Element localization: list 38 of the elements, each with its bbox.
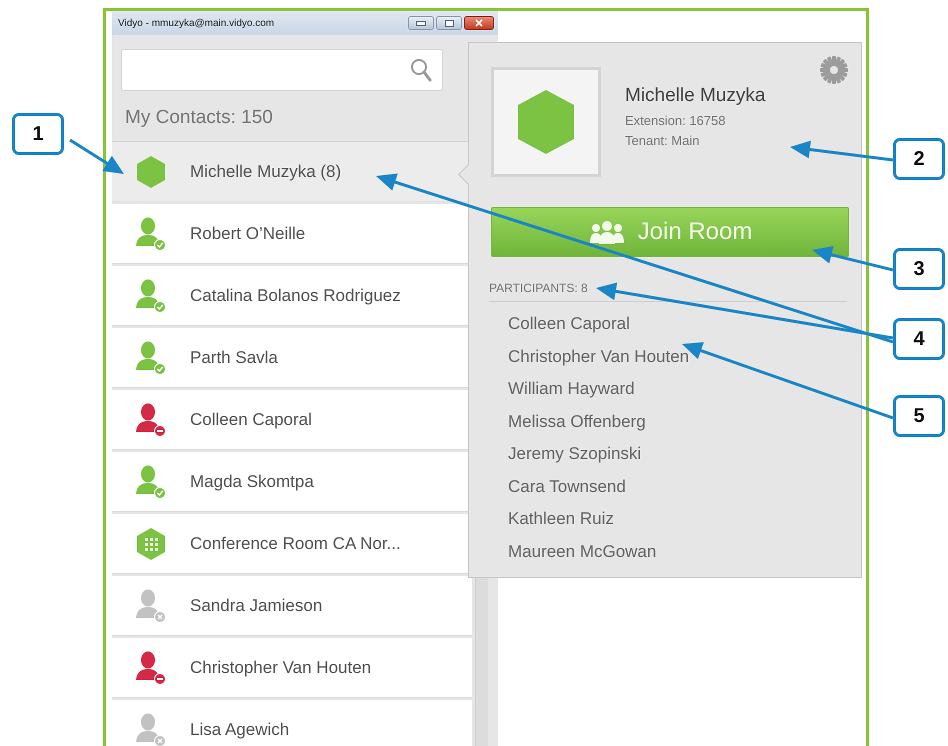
contact-name: Lisa Agewich <box>190 720 290 740</box>
search-field[interactable] <box>121 49 443 91</box>
group-icon <box>588 219 626 245</box>
contact-name: Christopher Van Houten <box>190 658 372 678</box>
contact-name: Magda Skomtpa <box>190 472 314 492</box>
participant-name: Jeremy Szopinski <box>508 443 642 465</box>
participant-name: Cara Townsend <box>508 476 627 498</box>
participant-name: Christopher Van Houten <box>508 346 690 368</box>
callout-label: 3 <box>893 248 945 290</box>
close-button[interactable] <box>464 16 494 30</box>
contact-name: Robert O’Neille <box>190 224 306 244</box>
search-icon[interactable] <box>410 58 432 82</box>
participant-name: Kathleen Ruiz <box>508 508 615 530</box>
contact-name: Parth Savla <box>190 348 278 368</box>
extension-text: Extension: 16758 <box>625 113 726 128</box>
callout-arrow <box>69 138 124 174</box>
contact-name: Catalina Bolanos Rodriguez <box>190 286 401 306</box>
tenant-text: Tenant: Main <box>625 133 700 148</box>
maximize-button[interactable] <box>436 16 462 30</box>
contact-name: Sandra Jamieson <box>190 596 322 616</box>
participant-name: Maureen McGowan <box>508 540 658 562</box>
contact-name: Conference Room CA Nor... <box>190 534 401 554</box>
minimize-button[interactable] <box>408 16 434 30</box>
contact-name: Michelle Muzyka <box>625 85 766 107</box>
contact-item[interactable]: Lisa Agewich <box>112 700 472 746</box>
callout-label: 4 <box>893 318 945 360</box>
contact-item[interactable]: Christopher Van Houten <box>112 638 472 698</box>
window-title: Vidyo - mmuzyka@main.vidyo.com <box>118 18 276 28</box>
callout-label: 5 <box>893 395 945 437</box>
participant-name: Colleen Caporal <box>508 313 631 335</box>
callout-label: 2 <box>893 138 945 180</box>
close-icon <box>475 19 483 27</box>
participant-name: William Hayward <box>508 378 636 400</box>
contact-name: Colleen Caporal <box>190 410 312 430</box>
callout-label: 1 <box>12 113 64 155</box>
participant-name: Melissa Offenberg <box>508 410 647 432</box>
contact-item[interactable]: Sandra Jamieson <box>112 576 472 636</box>
contact-name: Michelle Muzyka (8) <box>190 162 342 182</box>
